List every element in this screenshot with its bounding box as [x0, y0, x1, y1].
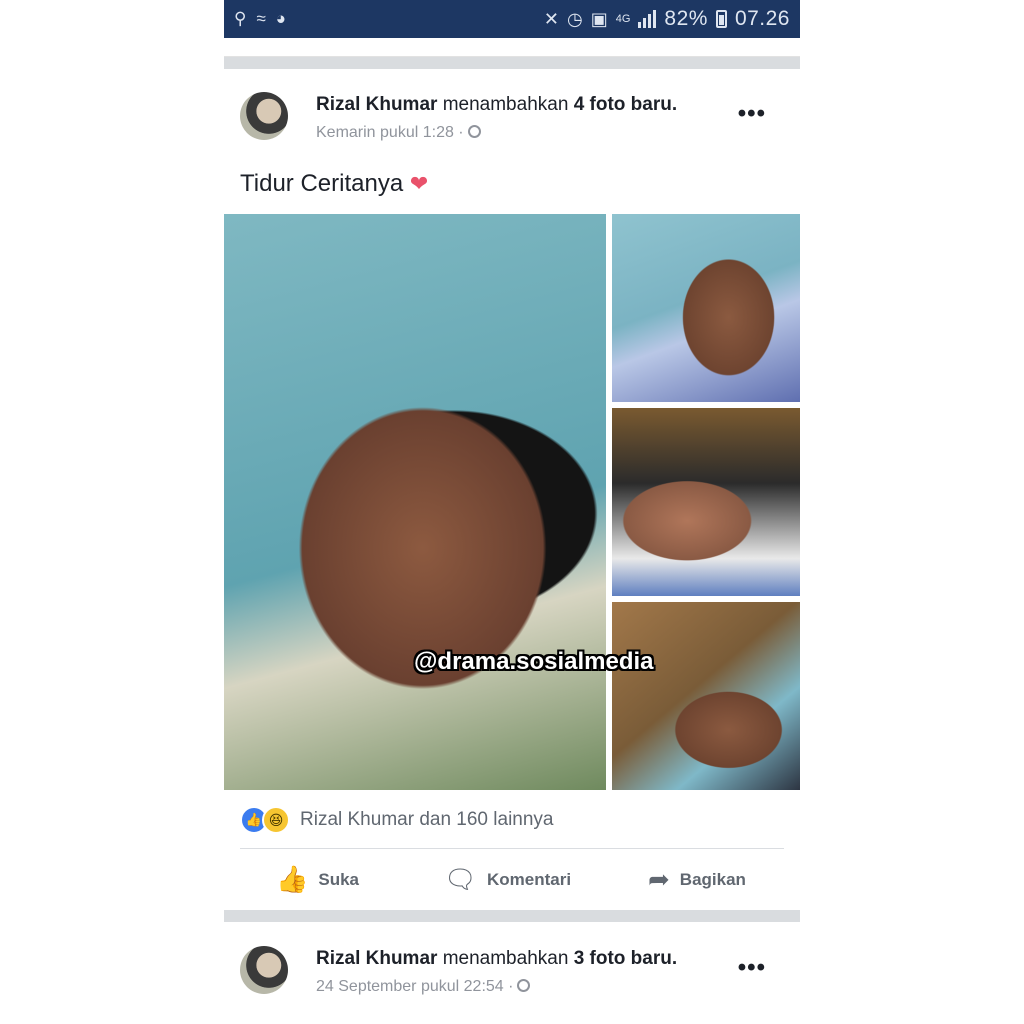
battery-percent: 82%: [664, 7, 708, 30]
post-timestamp[interactable]: Kemarin pukul 1:28 ·: [316, 124, 481, 142]
photo-thumb-1[interactable]: [612, 214, 800, 402]
clock: 07.26: [734, 7, 790, 30]
activity-icon: ⚲: [234, 9, 247, 28]
post-header: Rizal Khumar menambahkan 4 foto baru. Ke…: [240, 92, 784, 152]
status-notification-icons: ⚲ ≈ ◕: [234, 9, 286, 29]
comment-button[interactable]: 🗨 Komentari: [444, 864, 571, 895]
post-header-2: Rizal Khumar menambahkan 3 foto baru. 24…: [240, 946, 784, 1006]
author-name[interactable]: Rizal Khumar: [316, 94, 437, 115]
watermark-text: @drama.sosialmedia: [414, 648, 654, 675]
phone-screen: ⚲ ≈ ◕ ✕ ◷ ▣ 4G 82% 07.26 Rizal Khumar me…: [224, 0, 800, 1024]
heart-emoji: ❤: [409, 171, 429, 196]
haha-reaction-icon: 😆: [262, 806, 290, 834]
photo-count-2[interactable]: 3 foto baru.: [574, 948, 677, 969]
status-bar: ⚲ ≈ ◕ ✕ ◷ ▣ 4G 82% 07.26: [224, 0, 800, 38]
author-name-2[interactable]: Rizal Khumar: [316, 948, 437, 969]
action-text-2: menambahkan: [442, 948, 569, 969]
post-actions: 👍 Suka 🗨 Komentari ➦ Bagikan: [224, 860, 800, 900]
globe-icon: [467, 125, 481, 138]
post-author-line-2: Rizal Khumar menambahkan 3 foto baru.: [316, 948, 677, 970]
avatar[interactable]: [240, 92, 288, 140]
action-text: menambahkan: [442, 94, 569, 115]
post-caption: Tidur Ceritanya ❤: [240, 170, 428, 198]
nfc-icon: ▣: [590, 8, 608, 29]
status-system-icons: ✕ ◷ ▣ 4G 82% 07.26: [544, 7, 790, 31]
timestamp-text-2: 24 September pukul 22:54 ·: [316, 978, 514, 995]
share-icon: ➦: [648, 864, 670, 894]
share-label: Bagikan: [679, 869, 746, 889]
alarm-icon: ◷: [566, 8, 583, 29]
photo-count[interactable]: 4 foto baru.: [574, 94, 677, 115]
mute-icon: ✕: [543, 8, 559, 29]
thumbs-up-icon: 👍: [276, 864, 309, 894]
comment-icon: 🗨: [444, 864, 478, 894]
feed-divider-2: [224, 910, 800, 922]
globe-icon-2: [517, 979, 531, 992]
more-options-icon[interactable]: •••: [738, 100, 766, 128]
more-options-icon-2[interactable]: •••: [738, 954, 766, 982]
feed-divider: [224, 57, 800, 69]
network-type: 4G: [615, 13, 631, 25]
caption-text: Tidur Ceritanya: [240, 170, 404, 197]
battery-icon: [715, 10, 727, 28]
share-button[interactable]: ➦ Bagikan: [648, 864, 746, 895]
avatar-2[interactable]: [240, 946, 288, 994]
reactions-summary[interactable]: 👍 😆 Rizal Khumar dan 160 lainnya: [240, 806, 554, 834]
reactions-divider: [240, 848, 784, 849]
previous-post-edge: [224, 38, 800, 57]
photo-thumb-3[interactable]: [612, 602, 800, 790]
signal-icon: [638, 10, 657, 28]
like-button[interactable]: 👍 Suka: [276, 864, 359, 895]
comment-label: Komentari: [487, 869, 572, 889]
photo-thumb-2[interactable]: [612, 408, 800, 596]
like-label: Suka: [318, 869, 360, 889]
timestamp-text: Kemarin pukul 1:28 ·: [316, 124, 464, 141]
photo-main[interactable]: [224, 214, 606, 790]
messenger-icon: ◕: [275, 9, 287, 28]
reactions-text: Rizal Khumar dan 160 lainnya: [300, 809, 554, 830]
post-timestamp-2[interactable]: 24 September pukul 22:54 ·: [316, 978, 531, 996]
swim-icon: ≈: [256, 9, 266, 28]
post-author-line: Rizal Khumar menambahkan 4 foto baru.: [316, 94, 677, 116]
